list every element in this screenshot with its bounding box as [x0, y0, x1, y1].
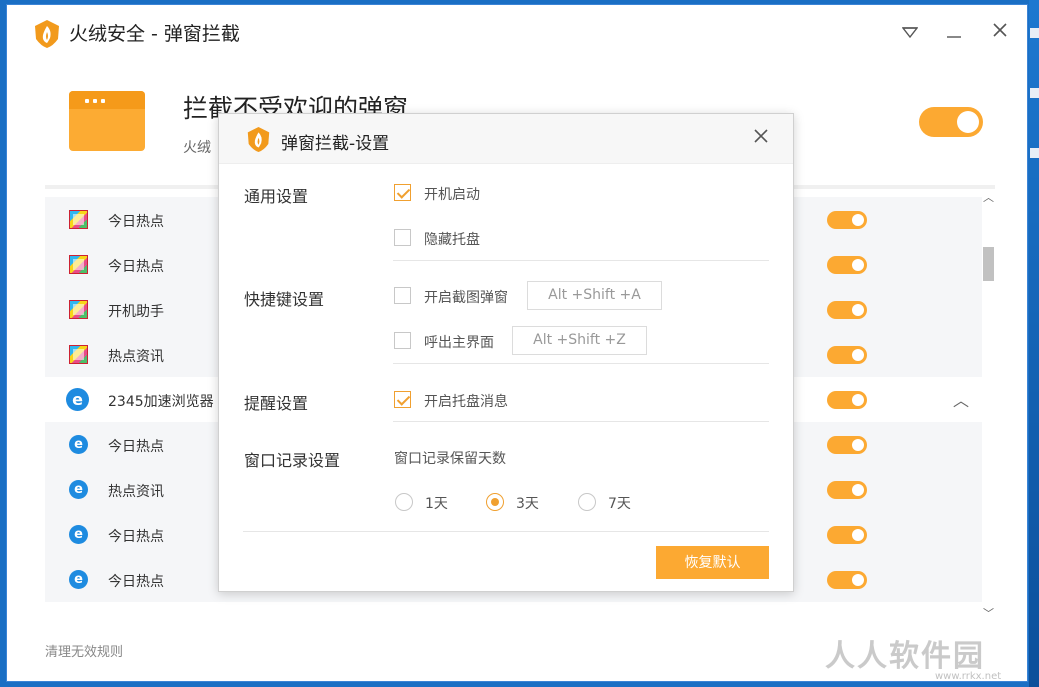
divider: [393, 260, 769, 261]
watermark: 人人软件园: [825, 639, 985, 674]
title-bar: 火绒安全 - 弹窗拦截: [7, 5, 1027, 61]
browser-e-icon: e: [69, 525, 88, 544]
tray-message-checkbox[interactable]: [394, 391, 411, 408]
record-days-desc: 窗口记录保留天数: [394, 451, 506, 467]
rule-toggle[interactable]: [827, 301, 867, 319]
watermark-url: www.rrkx.net: [935, 671, 1002, 682]
screenshot-hotkey-input[interactable]: Alt +Shift +A: [527, 281, 662, 310]
window-title: 火绒安全 - 弹窗拦截: [69, 23, 240, 45]
browser-e-icon: e: [69, 480, 88, 499]
screenshot-popup-checkbox[interactable]: [394, 287, 411, 304]
close-button[interactable]: [987, 19, 1013, 45]
days-1-radio[interactable]: [395, 493, 413, 511]
main-ui-checkbox[interactable]: [394, 332, 411, 349]
general-settings-label: 通用设置: [244, 187, 309, 206]
rule-toggle[interactable]: [827, 256, 867, 274]
reminder-settings-label: 提醒设置: [244, 394, 309, 413]
record-settings-label: 窗口记录设置: [244, 451, 341, 470]
desktop-icon: [1030, 148, 1039, 158]
scroll-thumb[interactable]: [983, 247, 994, 281]
days-7-label: 7天: [608, 496, 631, 512]
scroll-up-icon[interactable]: ︿: [983, 189, 994, 205]
feature-subtitle: 火绒: [183, 140, 211, 156]
minimize-button[interactable]: [941, 19, 967, 45]
hide-tray-checkbox[interactable]: [394, 229, 411, 246]
popup-window-icon: [69, 300, 88, 319]
autostart-checkbox[interactable]: [394, 184, 411, 201]
main-feature-toggle[interactable]: [919, 107, 983, 137]
popup-block-icon: [69, 91, 145, 151]
list-scrollbar[interactable]: ︿ ﹀: [981, 185, 995, 621]
dialog-title: 弹窗拦截-设置: [281, 134, 390, 154]
rule-toggle[interactable]: [827, 436, 867, 454]
rule-toggle[interactable]: [827, 346, 867, 364]
desktop-icon: [1030, 88, 1039, 98]
list-item-label: 今日热点: [108, 259, 164, 275]
list-item-label: 今日热点: [108, 529, 164, 545]
main-ui-label: 呼出主界面: [424, 335, 494, 351]
browser-e-icon: e: [69, 435, 88, 454]
restore-defaults-button[interactable]: 恢复默认: [656, 546, 769, 579]
rule-toggle[interactable]: [827, 526, 867, 544]
divider: [243, 531, 769, 532]
divider: [393, 363, 769, 364]
scroll-down-icon[interactable]: ﹀: [983, 605, 994, 621]
screenshot-popup-label: 开启截图弹窗: [424, 290, 508, 306]
days-3-label: 3天: [516, 496, 539, 512]
list-item-label: 今日热点: [108, 214, 164, 230]
list-item-label: 热点资讯: [108, 349, 164, 365]
huorong-logo-icon: [247, 127, 270, 152]
rule-toggle[interactable]: [827, 391, 867, 409]
desktop-edge: [1029, 0, 1039, 687]
dialog-header: 弹窗拦截-设置: [219, 114, 793, 164]
desktop-icon: [1030, 28, 1039, 38]
list-item-label: 今日热点: [108, 439, 164, 455]
rule-toggle[interactable]: [827, 481, 867, 499]
popup-window-icon: [69, 210, 88, 229]
browser-e-icon: e: [66, 388, 89, 411]
autostart-label: 开机启动: [424, 187, 480, 203]
main-ui-hotkey-input[interactable]: Alt +Shift +Z: [512, 326, 647, 355]
tray-message-label: 开启托盘消息: [424, 394, 508, 410]
list-item-label: 2345加速浏览器: [108, 394, 214, 410]
clean-invalid-rules-link[interactable]: 清理无效规则: [45, 641, 123, 660]
days-7-radio[interactable]: [578, 493, 596, 511]
hide-tray-label: 隐藏托盘: [424, 232, 480, 248]
menu-dropdown-icon[interactable]: [897, 19, 923, 45]
days-1-label: 1天: [425, 496, 448, 512]
rule-toggle[interactable]: [827, 211, 867, 229]
browser-e-icon: e: [69, 570, 88, 589]
divider: [393, 421, 769, 422]
collapse-chevron-icon[interactable]: ︿: [953, 387, 969, 411]
dialog-close-icon[interactable]: [749, 126, 773, 150]
list-item-label: 热点资讯: [108, 484, 164, 500]
days-3-radio[interactable]: [486, 493, 504, 511]
settings-dialog: 弹窗拦截-设置 通用设置 开机启动 隐藏托盘 快捷键设置 开启截图弹窗 Alt …: [218, 113, 794, 592]
popup-window-icon: [69, 255, 88, 274]
huorong-logo-icon: [35, 20, 59, 48]
hotkey-settings-label: 快捷键设置: [244, 290, 325, 309]
rule-toggle[interactable]: [827, 571, 867, 589]
popup-window-icon: [69, 345, 88, 364]
list-item-label: 今日热点: [108, 574, 164, 590]
list-item-label: 开机助手: [108, 304, 164, 320]
